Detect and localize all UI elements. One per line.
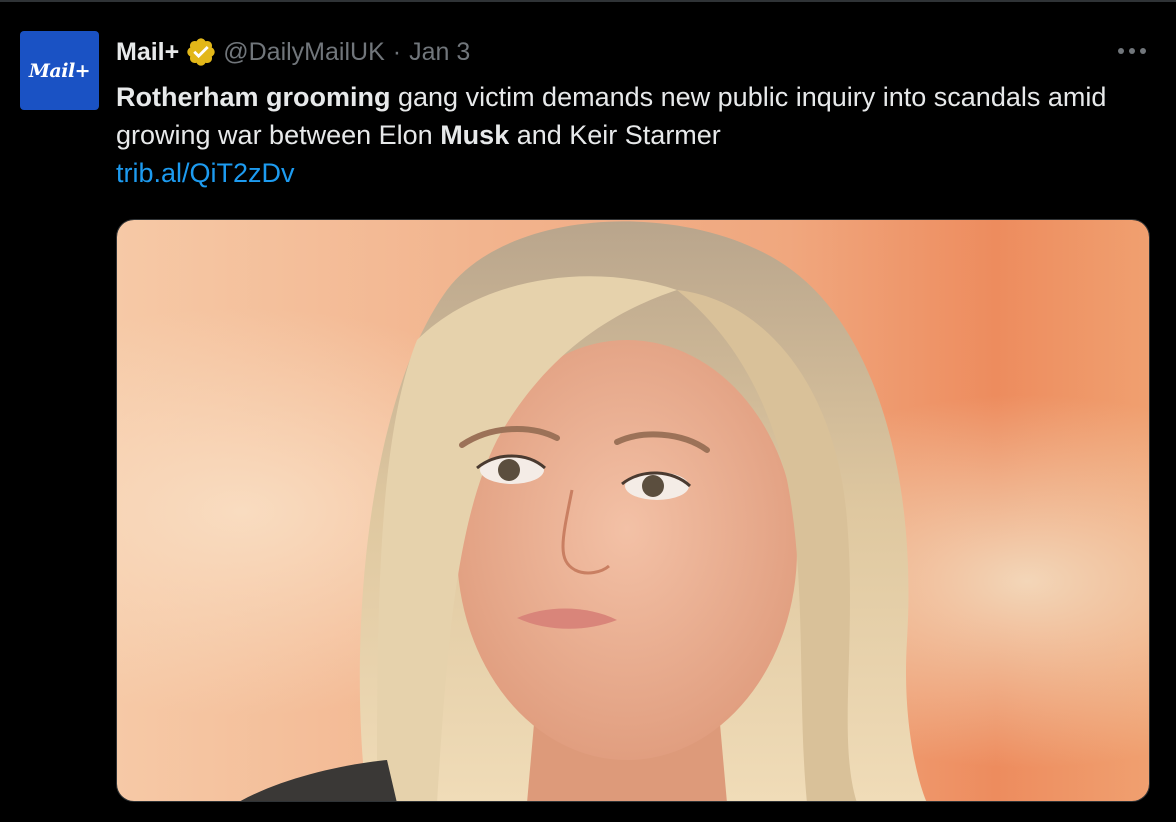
tweet-header: Mail+ @DailyMailUK · Jan 3 bbox=[116, 34, 470, 70]
tweet-link[interactable]: trib.al/QiT2zDv bbox=[116, 158, 295, 188]
portrait-photo bbox=[117, 220, 1149, 801]
separator-dot: · bbox=[392, 37, 402, 66]
mail-plus-logo: Mail+ bbox=[28, 59, 91, 82]
tweet-text-bold-2: Musk bbox=[440, 120, 510, 150]
tweet-text: Rotherham grooming gang victim demands n… bbox=[116, 78, 1156, 192]
avatar[interactable]: Mail+ bbox=[20, 31, 99, 110]
tweet-text-bold-1: Rotherham grooming bbox=[116, 82, 391, 112]
gold-verified-badge-icon[interactable] bbox=[185, 36, 217, 68]
tweet-timestamp[interactable]: Jan 3 bbox=[409, 38, 470, 67]
display-name[interactable]: Mail+ bbox=[116, 38, 179, 67]
tweet-text-part-2: and Keir Starmer bbox=[509, 120, 721, 150]
tweet-media-photo[interactable] bbox=[116, 219, 1150, 802]
more-options-button[interactable] bbox=[1110, 34, 1154, 68]
more-horizontal-icon bbox=[1118, 48, 1146, 54]
author-handle[interactable]: @DailyMailUK bbox=[223, 38, 385, 67]
tweet-card[interactable]: Mail+ Mail+ @DailyMailUK · Jan 3 Rotherh… bbox=[0, 0, 1176, 822]
